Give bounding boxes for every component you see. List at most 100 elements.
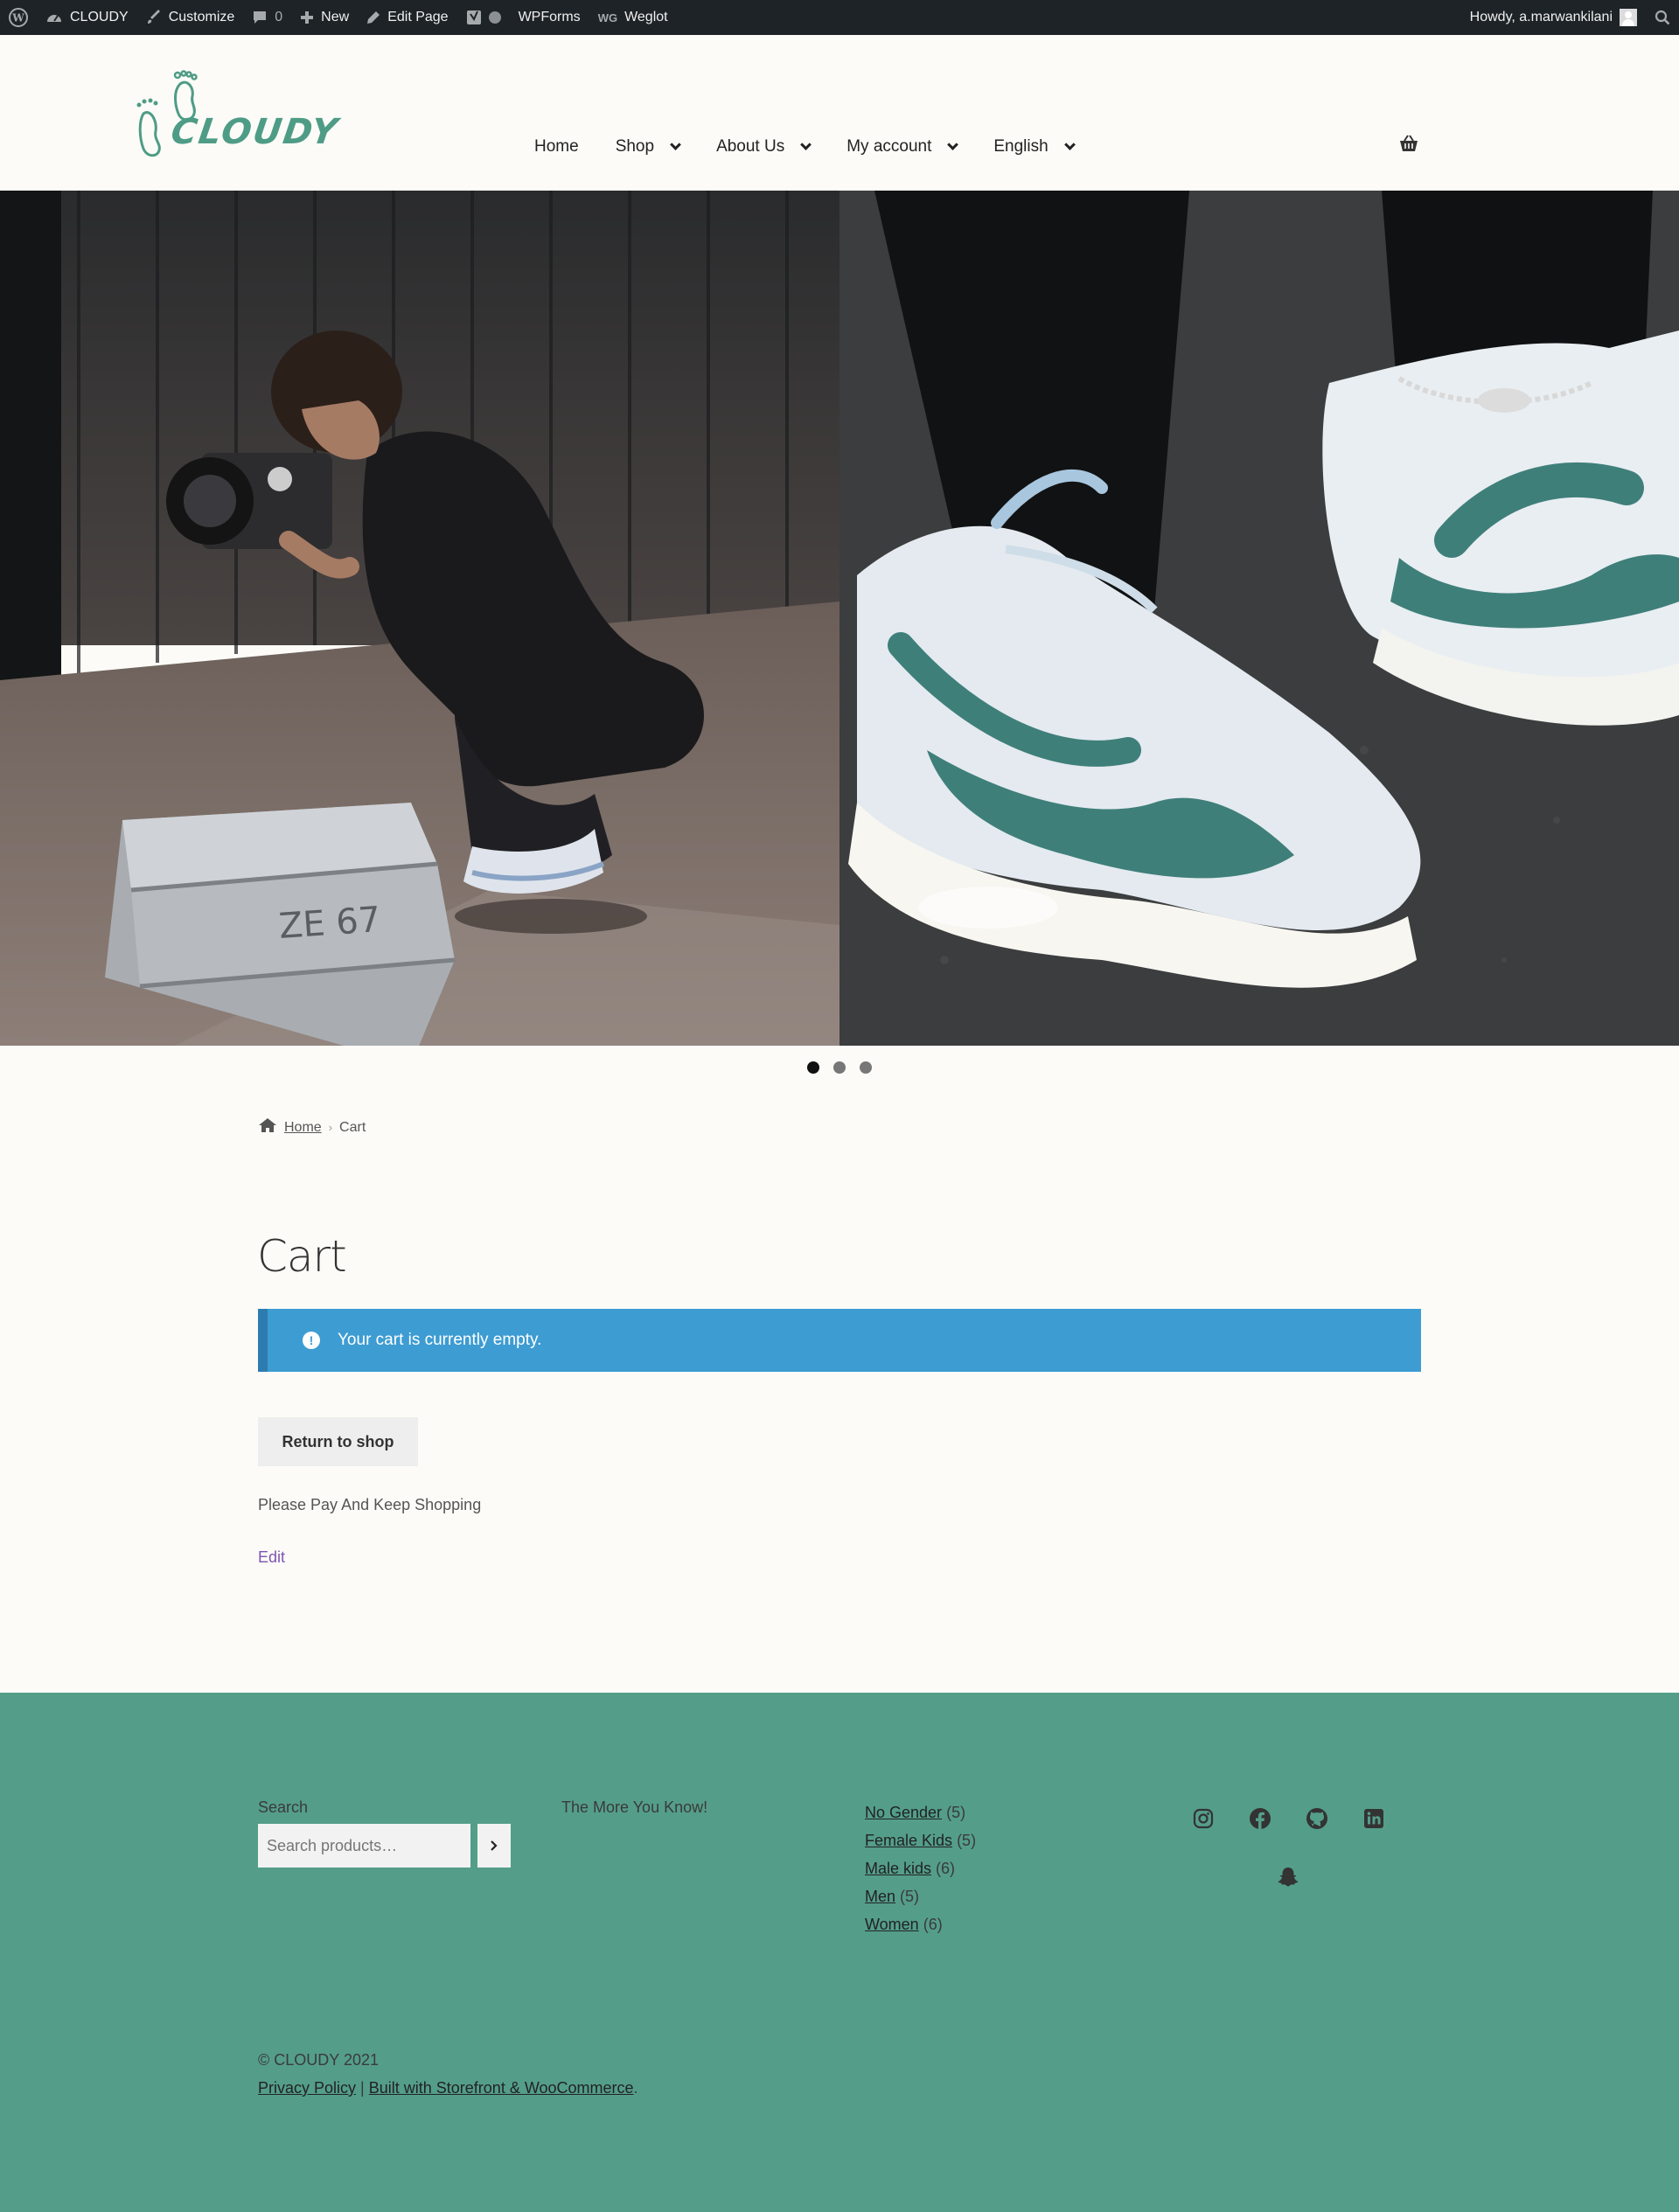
header-cart[interactable] — [1399, 135, 1418, 157]
category-link-women[interactable]: Women — [865, 1916, 919, 1933]
nav-label: Home — [534, 137, 579, 156]
category-count: (5) — [900, 1888, 920, 1905]
weglot-label: Weglot — [624, 10, 668, 24]
nav-item-language[interactable]: English — [975, 131, 1091, 163]
chevron-right-icon — [491, 1840, 498, 1851]
notice-text: Your cart is currently empty. — [338, 1331, 542, 1349]
admin-search[interactable] — [1646, 0, 1679, 35]
category-count: (5) — [946, 1804, 966, 1821]
social-links — [1191, 1806, 1386, 1831]
slider-pagination — [0, 1061, 1679, 1074]
svg-text:W: W — [11, 12, 24, 24]
slider-dot-3[interactable] — [860, 1061, 872, 1074]
info-icon: ! — [303, 1332, 320, 1349]
footer-search-label: Search — [258, 1798, 309, 1816]
admin-bar-right: Howdy, a.marwankilani — [1461, 0, 1679, 35]
comment-icon — [252, 10, 268, 25]
comments-count: 0 — [275, 10, 283, 24]
footer-separator: | — [360, 2079, 365, 2097]
slider-dot-1[interactable] — [807, 1061, 819, 1074]
breadcrumb-separator-icon: › — [328, 1121, 333, 1134]
category-link-female-kids[interactable]: Female Kids — [865, 1832, 952, 1849]
snapchat-icon — [1278, 1868, 1299, 1887]
nav-label: Shop — [615, 137, 655, 156]
breadcrumb-current: Cart — [339, 1119, 366, 1135]
site-header: CLOUDY Home Shop About Us My account Eng… — [0, 35, 1679, 191]
customize-link[interactable]: Customize — [137, 0, 244, 35]
breadcrumb: Home › Cart — [258, 1117, 366, 1137]
site-footer — [0, 1693, 1679, 2212]
chevron-down-icon — [1063, 138, 1076, 150]
comments-link[interactable]: 0 — [243, 0, 291, 35]
category-link-male-kids[interactable]: Male kids — [865, 1860, 931, 1877]
dashboard-icon — [45, 10, 63, 25]
social-links-row-2 — [1276, 1865, 1300, 1889]
primary-navigation: Home Shop About Us My account English — [516, 131, 1092, 163]
github-link[interactable] — [1305, 1806, 1329, 1831]
chevron-down-icon — [670, 138, 681, 150]
slider-dot-2[interactable] — [833, 1061, 846, 1074]
category-count: (6) — [936, 1860, 956, 1877]
edit-link[interactable]: Edit — [258, 1548, 285, 1567]
nav-label: English — [993, 137, 1049, 156]
home-icon — [258, 1117, 277, 1137]
nav-item-home[interactable]: Home — [516, 131, 597, 163]
basket-icon — [1400, 135, 1418, 151]
hero-slider[interactable]: ZE 67 — [0, 191, 1679, 1046]
facebook-icon — [1250, 1808, 1271, 1829]
facebook-link[interactable] — [1248, 1806, 1272, 1831]
yoast-icon — [466, 9, 482, 26]
howdy-text: Howdy, a.marwankilani — [1469, 10, 1613, 24]
edit-page-label: Edit Page — [387, 10, 449, 24]
nav-label: My account — [846, 137, 932, 156]
snapchat-link[interactable] — [1276, 1865, 1300, 1889]
footer-more-text: The More You Know! — [561, 1798, 708, 1816]
brush-icon — [146, 10, 162, 25]
keep-shopping-text: Please Pay And Keep Shopping — [258, 1496, 482, 1513]
linkedin-icon — [1364, 1809, 1383, 1828]
list-item: Women (6) — [865, 1910, 976, 1938]
my-account-menu[interactable]: Howdy, a.marwankilani — [1461, 0, 1646, 35]
customize-label: Customize — [168, 10, 235, 24]
github-icon — [1306, 1808, 1327, 1829]
nav-item-my-account[interactable]: My account — [828, 131, 975, 163]
cart-empty-notice: ! Your cart is currently empty. — [258, 1309, 1421, 1372]
footer-links: Privacy Policy | Built with Storefront &… — [258, 2079, 638, 2097]
new-content-menu[interactable]: New — [291, 0, 358, 35]
linkedin-link[interactable] — [1362, 1806, 1386, 1831]
built-with-link[interactable]: Built with Storefront & WooCommerce — [369, 2079, 634, 2097]
instagram-link[interactable] — [1191, 1806, 1216, 1831]
slide-image-sneakers — [840, 191, 1679, 1046]
nav-label: About Us — [716, 137, 785, 156]
category-link-men[interactable]: Men — [865, 1888, 895, 1905]
site-name-menu[interactable]: CLOUDY — [37, 0, 137, 35]
edit-page-link[interactable]: Edit Page — [358, 0, 456, 35]
footer-search-input[interactable] — [258, 1824, 470, 1868]
list-item: Female Kids (5) — [865, 1826, 976, 1854]
site-logo[interactable]: CLOUDY — [135, 70, 341, 166]
wordpress-logo-icon: W — [9, 8, 28, 27]
breadcrumb-home-link[interactable]: Home — [284, 1120, 322, 1136]
footer-category-list: No Gender (5) Female Kids (5) Male kids … — [865, 1798, 976, 1938]
list-item: Male kids (6) — [865, 1854, 976, 1882]
yoast-menu[interactable] — [457, 0, 510, 35]
logo-text: CLOUDY — [168, 112, 342, 152]
footer-copyright: © CLOUDY 2021 — [258, 2051, 379, 2069]
nav-item-shop[interactable]: Shop — [597, 131, 698, 163]
admin-bar: W CLOUDY Customize 0 New Edit Page WPFor… — [0, 0, 1679, 35]
footer-search-button[interactable] — [477, 1824, 511, 1868]
category-count: (5) — [957, 1832, 977, 1849]
weglot-logo: WG — [597, 10, 618, 24]
wordpress-menu[interactable]: W — [0, 0, 37, 35]
return-to-shop-button[interactable]: Return to shop — [258, 1417, 418, 1466]
search-icon — [1655, 10, 1670, 25]
weglot-menu[interactable]: WG Weglot — [589, 0, 677, 35]
list-item: No Gender (5) — [865, 1798, 976, 1826]
instagram-icon — [1193, 1808, 1214, 1829]
privacy-policy-link[interactable]: Privacy Policy — [258, 2079, 356, 2097]
plus-icon — [300, 10, 314, 24]
seo-status-dot-icon — [488, 11, 501, 24]
nav-item-about-us[interactable]: About Us — [698, 131, 828, 163]
wpforms-menu[interactable]: WPForms — [510, 0, 589, 35]
category-link-no-gender[interactable]: No Gender — [865, 1804, 942, 1821]
